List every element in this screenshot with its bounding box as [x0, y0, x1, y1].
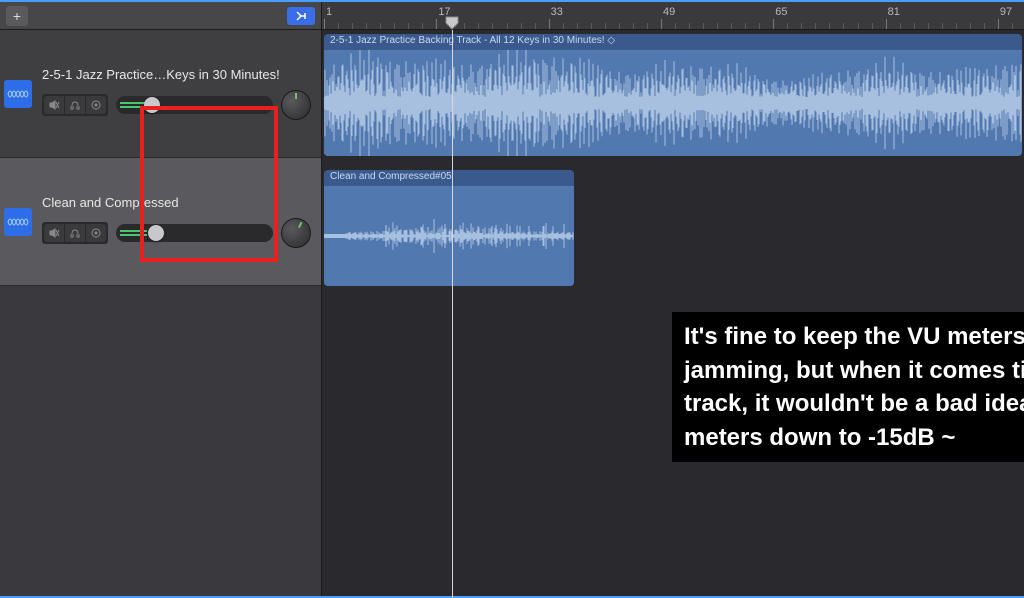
track-name-label: Clean and Compressed: [42, 195, 311, 210]
tracks-panel: + 2-5-1 Jazz Practice…Keys in 30 Minutes…: [0, 2, 322, 598]
volume-slider[interactable]: [116, 224, 273, 242]
clip-title: 2-5-1 Jazz Practice Backing Track - All …: [324, 34, 1022, 50]
playhead-line: [452, 30, 453, 598]
track-type-icon: [4, 80, 32, 108]
track-type-icon: [4, 208, 32, 236]
catch-playhead-button[interactable]: [287, 7, 315, 25]
pan-knob[interactable]: [281, 90, 311, 120]
input-monitor-button[interactable]: [86, 224, 106, 242]
mute-button[interactable]: [44, 224, 64, 242]
clip-title: Clean and Compressed#05: [324, 170, 574, 186]
headphones-icon: [69, 99, 81, 111]
input-icon: [90, 99, 102, 111]
waveform-icon: [7, 213, 29, 231]
track-row[interactable]: Clean and Compressed: [0, 158, 321, 286]
slider-thumb[interactable]: [148, 225, 164, 241]
mute-button[interactable]: [44, 96, 64, 114]
add-track-button[interactable]: +: [6, 6, 28, 26]
plus-icon: +: [13, 8, 21, 24]
track-name-label: 2-5-1 Jazz Practice…Keys in 30 Minutes!: [42, 67, 311, 82]
input-icon: [90, 227, 102, 239]
waveform-display: [324, 50, 1022, 156]
timeline-panel: 1173349658197 2-5-1 Jazz Practice Backin…: [322, 2, 1024, 598]
waveform-icon: [7, 85, 29, 103]
pan-knob[interactable]: [281, 218, 311, 248]
solo-button[interactable]: [65, 224, 85, 242]
playhead-marker[interactable]: [445, 16, 459, 30]
track-control-group: [42, 94, 108, 116]
mute-icon: [48, 99, 60, 111]
slider-thumb[interactable]: [144, 97, 160, 113]
track-row[interactable]: 2-5-1 Jazz Practice…Keys in 30 Minutes!: [0, 30, 321, 158]
audio-clip[interactable]: 2-5-1 Jazz Practice Backing Track - All …: [324, 34, 1022, 156]
mute-icon: [48, 227, 60, 239]
annotation-text-overlay: It's fine to keep the VU meters high whi…: [672, 312, 1024, 462]
tracks-empty-area: [0, 286, 321, 598]
timeline-ruler[interactable]: 1173349658197: [322, 2, 1024, 30]
audio-clip[interactable]: Clean and Compressed#05: [324, 170, 574, 286]
catch-icon: [294, 10, 308, 22]
volume-slider[interactable]: [116, 96, 273, 114]
waveform-display: [324, 186, 574, 286]
track-control-group: [42, 222, 108, 244]
headphones-icon: [69, 227, 81, 239]
input-monitor-button[interactable]: [86, 96, 106, 114]
tracks-header: +: [0, 2, 321, 30]
solo-button[interactable]: [65, 96, 85, 114]
